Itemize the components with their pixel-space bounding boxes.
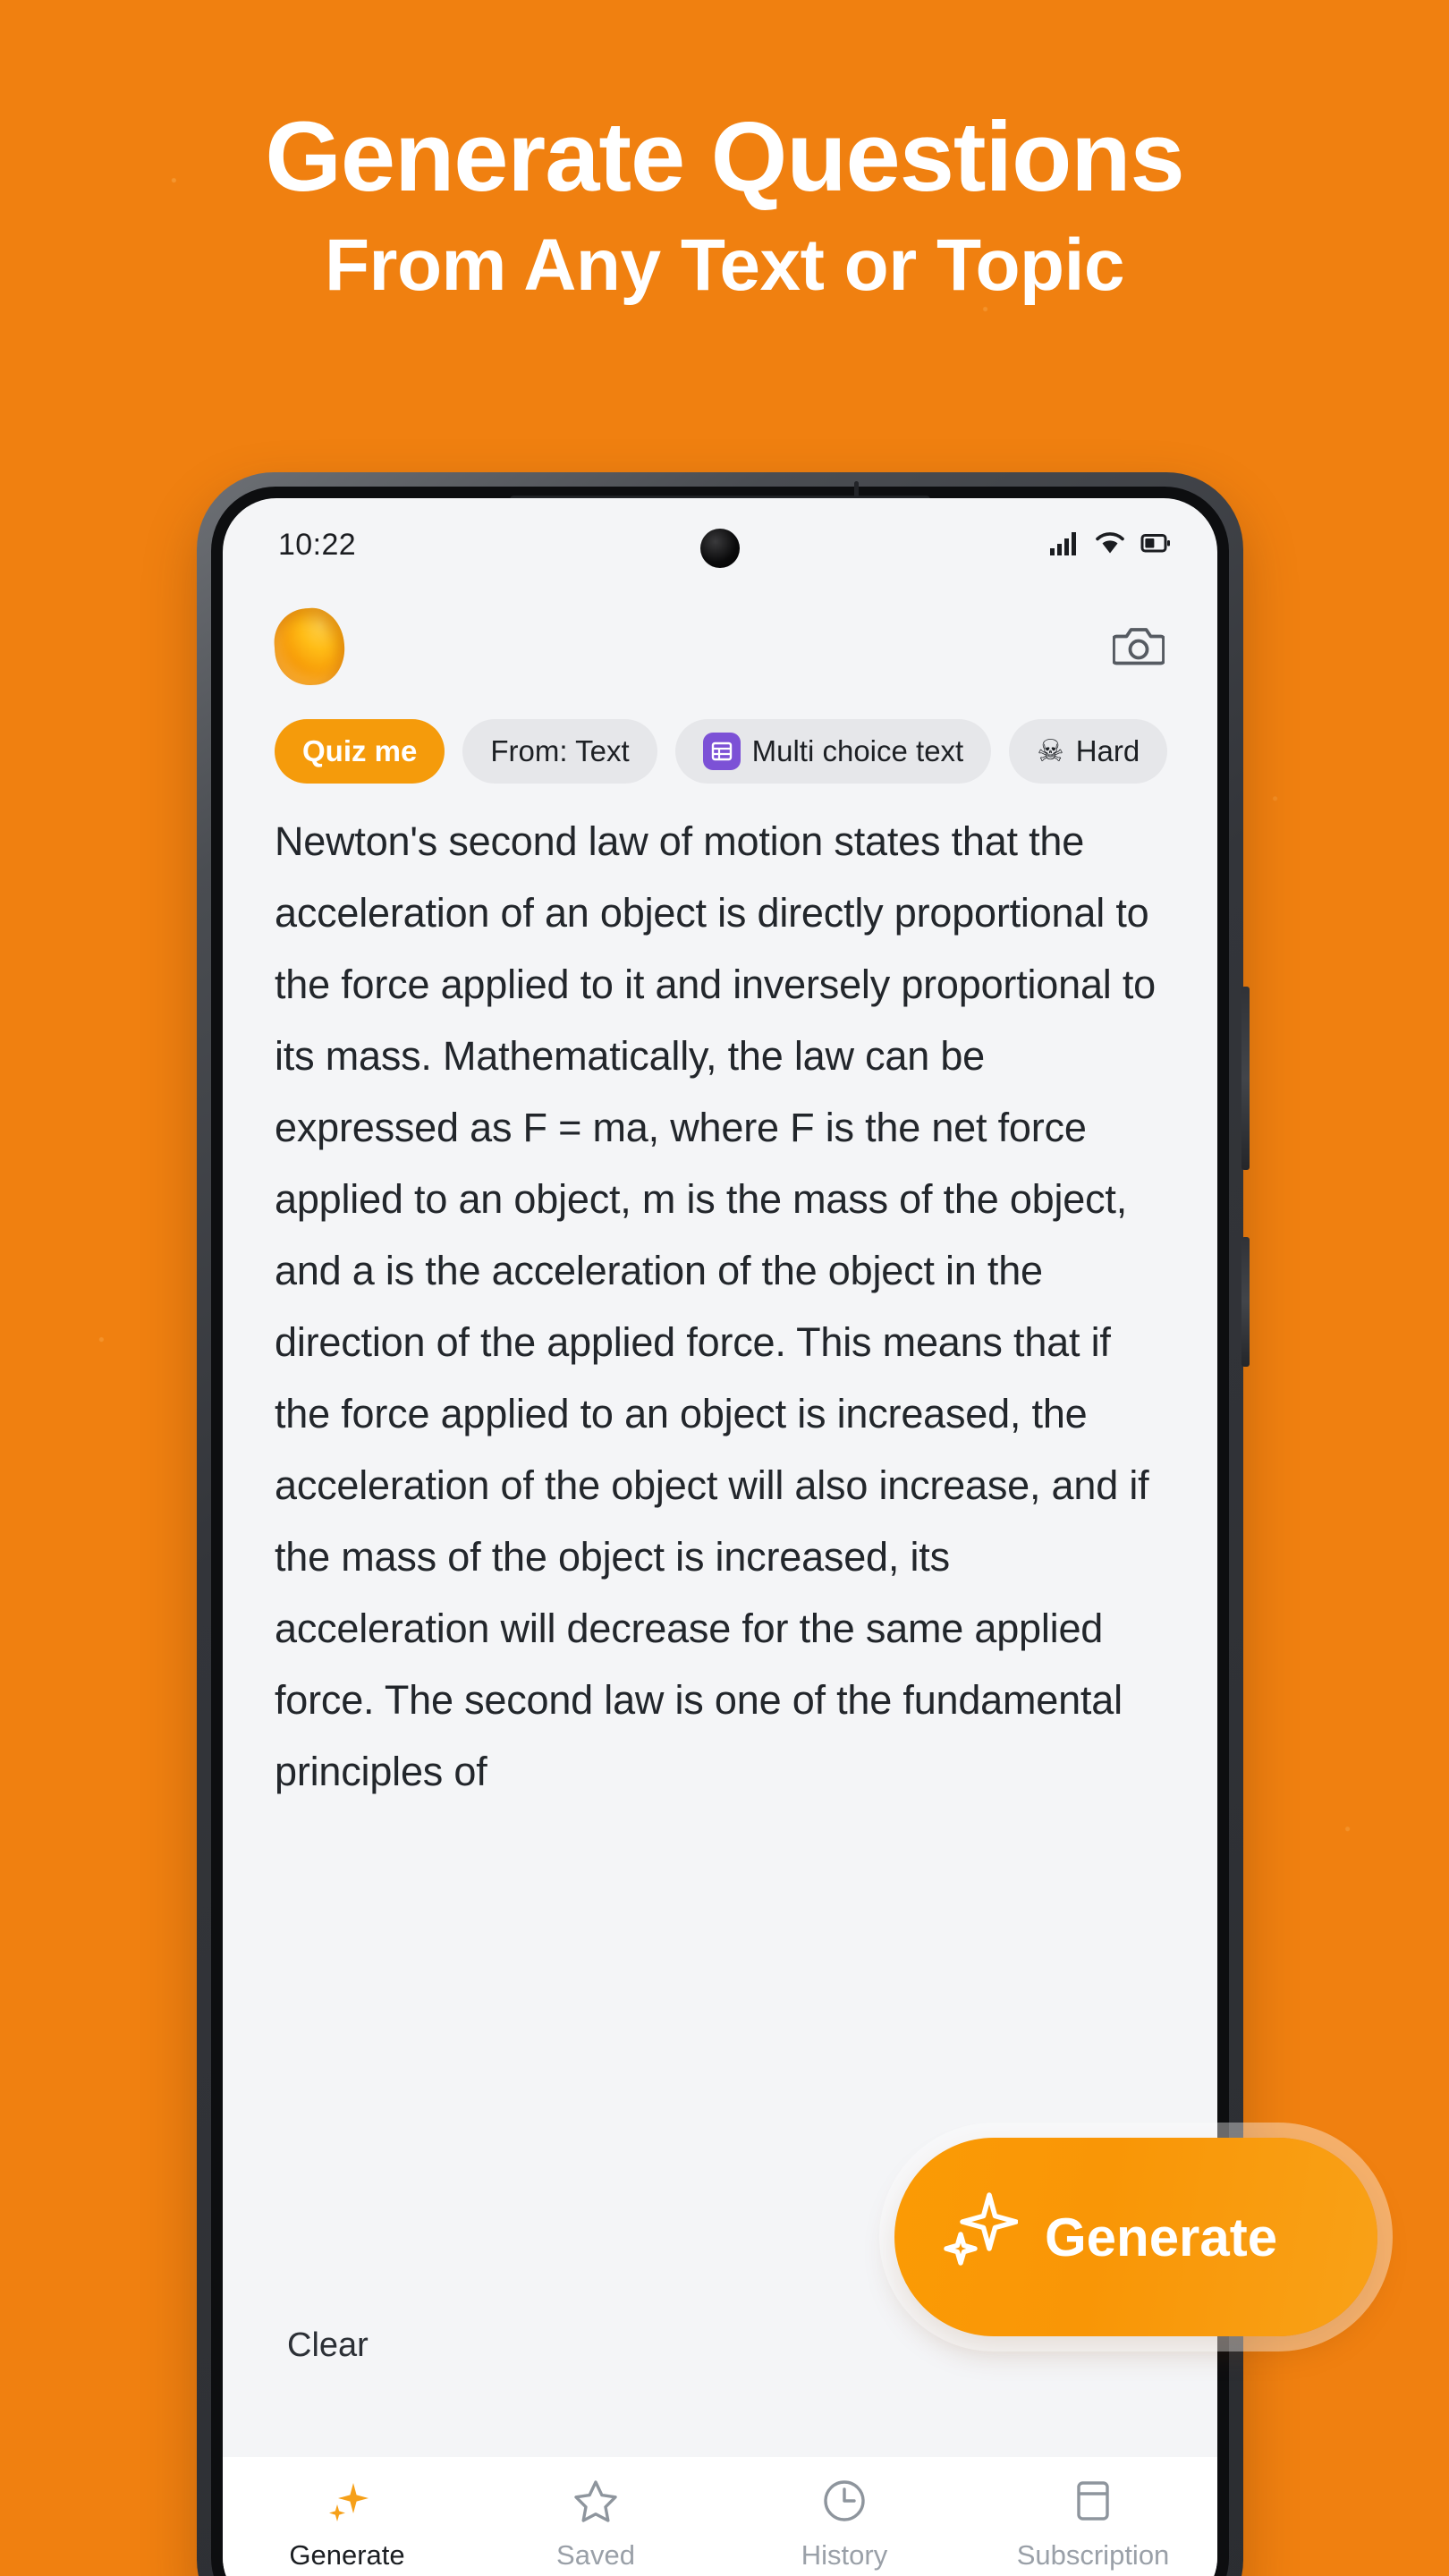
sparkles-icon [941, 2190, 1019, 2284]
chip-label: From: Text [490, 734, 630, 767]
generate-button[interactable]: Generate [894, 2138, 1377, 2336]
camera-button[interactable] [1110, 618, 1167, 675]
nav-label: Generate [289, 2539, 405, 2571]
app-header [223, 591, 1217, 702]
text-input-area[interactable]: Newton's second law of motion states tha… [223, 806, 1217, 2098]
front-camera-punch-hole [700, 529, 740, 568]
nav-label: History [801, 2539, 888, 2571]
nav-label: Saved [556, 2539, 635, 2571]
nav-item-history[interactable]: History [720, 2477, 969, 2572]
source-text[interactable]: Newton's second law of motion states tha… [223, 806, 1217, 1808]
power-button[interactable] [1241, 1237, 1250, 1367]
clear-button[interactable]: Clear [287, 2326, 369, 2365]
signal-bars-icon [1049, 530, 1080, 560]
status-bar: 10:22 [223, 498, 1217, 591]
chip-difficulty[interactable]: ☠ Hard [1009, 719, 1168, 784]
nav-label: Subscription [1016, 2539, 1170, 2571]
status-icons [1049, 530, 1171, 560]
star-icon [572, 2477, 619, 2525]
sparkles-icon [324, 2477, 370, 2525]
wifi-icon [1095, 530, 1125, 560]
nav-item-saved[interactable]: Saved [471, 2477, 720, 2572]
nav-item-generate[interactable]: Generate [223, 2477, 471, 2572]
skull-emoji-icon: ☠ [1037, 734, 1064, 768]
nav-item-subscription[interactable]: Subscription [969, 2477, 1217, 2572]
chip-label: Multi choice text [751, 734, 964, 767]
chip-label: Hard [1075, 734, 1140, 767]
chip-source[interactable]: From: Text [462, 719, 657, 784]
grid-table-icon [702, 733, 741, 770]
chip-question-type[interactable]: Multi choice text [674, 719, 992, 784]
generate-button-label: Generate [1045, 2207, 1278, 2267]
status-time: 10:22 [278, 527, 357, 562]
app-logo[interactable] [272, 606, 347, 688]
volume-button[interactable] [1241, 987, 1250, 1170]
headline-line-2: From Any Text or Topic [324, 225, 1125, 307]
bottom-navigation: Generate Saved History Subscription [223, 2457, 1217, 2576]
clock-icon [821, 2477, 868, 2525]
camera-icon [1112, 623, 1165, 672]
headline-line-1: Generate Questions [265, 102, 1184, 212]
options-chip-row: Quiz me From: Text Multi choice text ☠ H… [223, 702, 1217, 788]
promo-headline: Generate Questions From Any Text or Topi… [0, 102, 1449, 307]
chip-label: Quiz me [302, 734, 418, 767]
battery-icon [1140, 530, 1171, 560]
chip-quiz-me[interactable]: Quiz me [275, 719, 445, 784]
card-icon [1070, 2477, 1116, 2525]
